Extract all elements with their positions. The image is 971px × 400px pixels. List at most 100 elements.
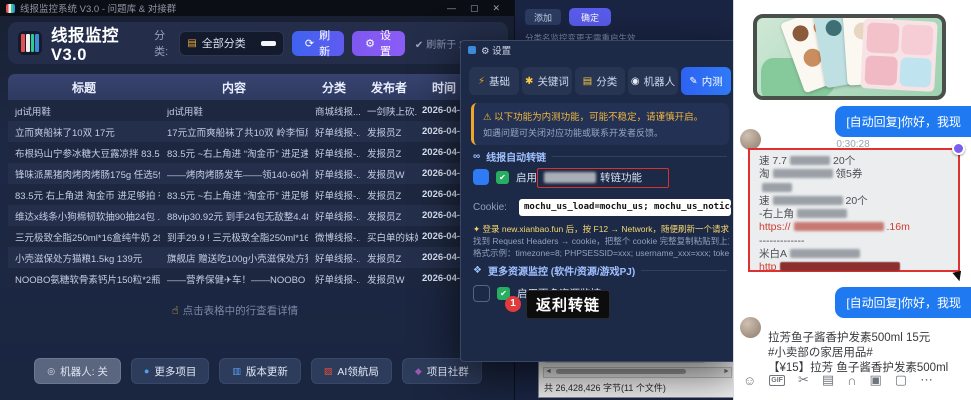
more-projects-button[interactable]: ● 更多项目 xyxy=(131,358,209,384)
message-line: 米白A xyxy=(759,248,949,261)
message-line: ------------- xyxy=(759,235,949,248)
outgoing-message-bubble[interactable]: [自动回复]你好，我现 xyxy=(835,287,971,318)
tab-category[interactable]: ▤ 分类 xyxy=(575,67,625,95)
product-image[interactable] xyxy=(753,14,946,100)
censored-text xyxy=(790,156,830,165)
message-line: 淘领5券 xyxy=(759,168,949,181)
tab-robot[interactable]: ◉ 机器人 xyxy=(628,67,678,95)
add-button[interactable]: 添加 xyxy=(525,9,561,25)
background-window-buttons: 添加 确定 xyxy=(525,8,611,26)
main-window: 线报监控系统 V3.0 - 问题库 & 对接群 — ▢ ✕ 线报监控 V3.0 … xyxy=(0,0,514,400)
image-sticker-sheet xyxy=(860,18,938,92)
message-line: 速20个 xyxy=(759,195,949,208)
dialog-app-icon xyxy=(468,46,476,54)
message-line: -右上角 xyxy=(759,208,949,221)
category-value: 全部分类 xyxy=(202,35,261,51)
message-link-selected[interactable]: http xyxy=(759,261,949,274)
message-line: #小卖部の家居用品# xyxy=(768,346,968,361)
link-icon: ∞ xyxy=(473,151,480,162)
window-controls: — ▢ ✕ xyxy=(447,3,508,14)
table-row[interactable]: 维达x线条小狗棉韧软抽90抽24包 ... 88vip30.92元 到手24包无… xyxy=(8,205,470,226)
confirm-button[interactable]: 确定 xyxy=(569,8,611,26)
table-row[interactable]: jd试用鞋 jd试用鞋 商城线报... 一剑陕上砍... 2026-04-22 … xyxy=(8,100,470,121)
divider xyxy=(552,156,727,157)
robot-icon: ◎ xyxy=(47,366,55,377)
avatar[interactable] xyxy=(740,317,761,338)
ai-navigator-button[interactable]: ▨ AI领航局 xyxy=(311,358,392,384)
image-icon[interactable]: ▣ xyxy=(870,372,882,388)
censored-text xyxy=(790,249,860,258)
incoming-message: 拉芳鱼子酱香护发素500ml 15元 #小卖部の家居用品# 【¥15】拉芳 鱼子… xyxy=(768,331,968,376)
table-row[interactable]: 83.5元 右上角进 淘金币 进足够拍 有... 83.5元 ~右上角进 “淘金… xyxy=(8,184,470,205)
key-icon: ✱ xyxy=(525,76,533,87)
hint-line-3: 格式示例：timezone=8; PHPSESSID=xxx; username… xyxy=(473,247,729,259)
pointing-hand-icon: ☝ xyxy=(172,305,179,317)
table-row[interactable]: 三元极致全脂250ml*16盒纯牛奶 29.... 到手29.9 ! 三元极致全… xyxy=(8,226,470,247)
scissors-icon[interactable]: ✂ xyxy=(798,372,809,388)
emoji-icon[interactable]: ☺ xyxy=(743,373,756,388)
book-icon: ▥ xyxy=(232,366,241,377)
table-row[interactable]: 锋味派黑猪肉烤肉烤肠175g 任选5件... ——烤肉烤肠发车——领140-60… xyxy=(8,163,470,184)
table-row[interactable]: 立而爽船袜了10双 17元 17元立而爽船袜了共10双 岭李恒后石... 好单线… xyxy=(8,121,470,142)
gear-icon: ⚙ xyxy=(481,46,490,57)
table-row[interactable]: 小壳滋保处方猫粮1.5kg 139元 旗舰店 赠送吃100g小壳滋保处方猫粮..… xyxy=(8,247,470,268)
minimize-button[interactable]: — xyxy=(447,3,456,14)
col-category: 分类 xyxy=(308,79,360,96)
close-button[interactable]: ✕ xyxy=(492,3,500,14)
deals-table: 标题 内容 分类 发布者 时间 jd试用鞋 jd试用鞋 商城线报... 一剑陕上… xyxy=(8,74,470,289)
scroll-left-arrow[interactable]: ◄ xyxy=(544,368,553,375)
warning-line-2: 如遇问题可关闭对应功能或联系开发者反馈。 xyxy=(483,126,720,139)
annotated-message-redbox: 速 7.720个 淘领5券 速20个 -右上角 https://.16m ---… xyxy=(748,148,960,272)
table-hint: ☝点击表格中的行查看详情 xyxy=(0,303,470,318)
tab-beta[interactable]: ✎ 内测 xyxy=(681,67,731,95)
col-content: 内容 xyxy=(160,79,308,96)
dialog-titlebar: ⚙ 设置 xyxy=(461,41,737,59)
window-title: 线报监控系统 V3.0 - 问题库 & 对接群 xyxy=(20,1,176,15)
hscroll-thumb[interactable] xyxy=(556,369,686,374)
censored-text xyxy=(762,183,792,192)
table-row[interactable]: 布根妈山宁参冰糖大豆露凉拌 83.5元 83.5元 ~右上角进 “淘金币” 进足… xyxy=(8,142,470,163)
annotation-number-badge: 1 xyxy=(505,296,521,312)
app-icon xyxy=(6,4,15,13)
community-icon: ◆ xyxy=(415,366,422,377)
horizontal-scrollbar[interactable]: ◄ ► xyxy=(543,367,732,378)
gear-icon: ⚙ xyxy=(365,37,375,50)
window-shake-icon[interactable]: ▢ xyxy=(895,372,907,388)
desktop: { "main": { "titlebar": {"title": "线报监控系… xyxy=(0,0,971,400)
page-title: 线报监控 V3.0 xyxy=(51,22,130,65)
table-body: jd试用鞋 jd试用鞋 商城线报... 一剑陕上砍... 2026-04-22 … xyxy=(8,100,470,289)
maximize-button[interactable]: ▢ xyxy=(470,3,479,14)
select-indicator xyxy=(261,41,276,46)
avatar[interactable] xyxy=(740,129,761,150)
hint-line-1: ✦ 登录 new.xianbao.fun 后，按 F12 → Network，随… xyxy=(473,223,729,235)
gif-icon[interactable]: GIF xyxy=(769,375,785,386)
table-row[interactable]: NOOBO氨糖软骨素钙片150粒*2瓶3... ——营养保健✈车！——NOOBO… xyxy=(8,268,470,289)
tab-keywords[interactable]: ✱ 关键词 xyxy=(522,67,572,95)
pencil-icon: ✎ xyxy=(689,76,697,87)
warning-line-1: ⚠ 以下功能为内测功能，可能不稳定，请谨慎开启。 xyxy=(483,109,720,123)
color-swatch-empty[interactable] xyxy=(473,285,490,302)
refresh-icon: ⟳ xyxy=(305,37,314,50)
version-update-button[interactable]: ▥ 版本更新 xyxy=(219,358,301,384)
dialog-tabs: ⚡ 基础 ✱ 关键词 ▤ 分类 ◉ 机器人 ✎ 内测 xyxy=(469,67,731,95)
headset-icon[interactable]: ∩ xyxy=(847,373,856,388)
checkbox-checked[interactable]: ✔ xyxy=(496,171,509,184)
refresh-button[interactable]: ⟳ 刷新 xyxy=(292,31,344,56)
tab-basic[interactable]: ⚡ 基础 xyxy=(469,67,519,95)
resources-icon: ❖ xyxy=(473,265,482,276)
outgoing-message-bubble[interactable]: [自动回复]你好，我现 xyxy=(835,106,971,137)
settings-button[interactable]: ⚙ 设置 xyxy=(352,31,405,56)
more-icon[interactable]: ⋯ xyxy=(920,372,933,388)
color-swatch[interactable] xyxy=(473,169,489,185)
robot-icon: ◉ xyxy=(631,76,640,87)
robot-toggle-button[interactable]: ◎ 机器人: 关 xyxy=(34,358,121,384)
annotation-pin-icon[interactable] xyxy=(952,142,965,155)
cookie-row: Cookie: mochu_us_load=mochu_us; mochu_us… xyxy=(473,199,731,216)
folder-icon[interactable]: ▤ xyxy=(822,372,834,388)
category-select[interactable]: ▤ 全部分类 xyxy=(179,31,284,56)
scroll-right-arrow[interactable]: ► xyxy=(722,368,731,375)
auto-link-checkbox-row: ✔ 启用转链功能 xyxy=(473,169,669,185)
message-link[interactable]: https://.16m xyxy=(759,221,949,234)
cookie-input[interactable]: mochu_us_load=mochu_us; mochu_us_notice xyxy=(519,199,731,216)
statusbar-text: 共 26,428,426 字节(11 个文件) xyxy=(544,381,666,394)
